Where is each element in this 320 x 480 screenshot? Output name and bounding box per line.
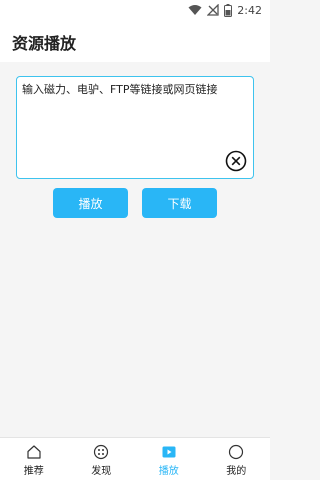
tab-discover[interactable]: 发现 [68,438,136,480]
clear-icon[interactable] [225,150,247,172]
tab-label: 发现 [91,466,112,477]
tab-label: 播放 [158,466,179,477]
home-icon [27,445,41,459]
play-icon [162,446,176,458]
status-icons: 2:42 [188,2,262,18]
app-bar: 资源播放 [0,20,270,62]
status-bar: 2:42 [0,0,270,20]
no-signal-icon [207,4,219,16]
page-title: 资源播放 [12,34,77,53]
tab-label: 我的 [226,466,247,477]
play-button[interactable]: 播放 [53,188,128,218]
battery-icon [224,3,233,17]
bottom-tab-bar: 推荐 发现 播放 我的 [0,437,270,480]
wifi-icon [188,5,202,15]
tab-label: 推荐 [23,466,44,477]
link-input-placeholder: 输入磁力、电驴、FTP等链接或网页链接 [22,83,218,96]
download-button[interactable]: 下载 [142,188,217,218]
status-time: 2:42 [237,3,262,17]
profile-icon [229,444,244,460]
tab-recommend[interactable]: 推荐 [0,438,68,480]
tab-profile[interactable]: 我的 [203,438,271,480]
tab-play[interactable]: 播放 [135,438,203,480]
discover-icon [94,444,109,460]
link-input[interactable]: 输入磁力、电驴、FTP等链接或网页链接 [16,76,254,179]
